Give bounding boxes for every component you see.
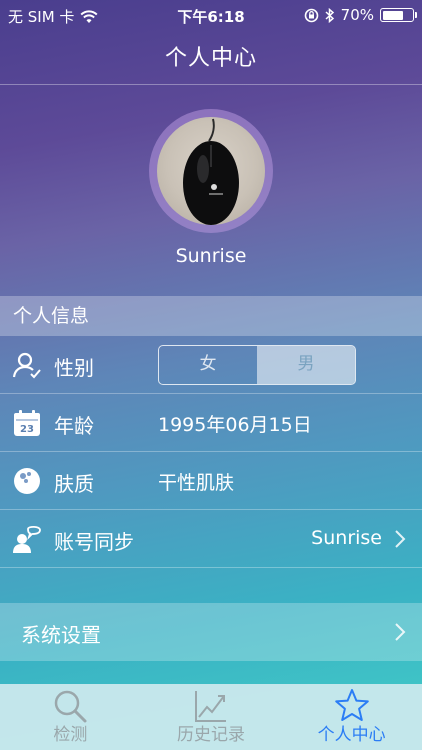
age-label: 年龄: [54, 414, 94, 438]
orientation-lock-icon: [304, 8, 318, 22]
avatar-photo: [183, 118, 239, 225]
skin-label: 肤质: [54, 472, 94, 496]
account-sync-label: 账号同步: [54, 530, 134, 554]
skin-icon: [14, 468, 40, 494]
row-skin-type[interactable]: 肤质 干性肌肤: [0, 452, 422, 510]
battery-icon: [380, 8, 417, 22]
avatar-ring[interactable]: [149, 109, 273, 233]
star-icon: [334, 689, 369, 721]
tab-profile-label: 个人中心: [317, 725, 386, 745]
chevron-right-icon: [395, 623, 406, 641]
chart-icon: [195, 691, 226, 722]
page-title: 个人中心: [164, 46, 257, 71]
age-value: 1995年06月15日: [158, 414, 312, 436]
tab-history-label: 历史记录: [177, 725, 245, 745]
search-icon: [55, 690, 87, 723]
row-age[interactable]: 23 年龄 1995年06月15日: [0, 394, 422, 452]
nav-divider: [0, 84, 422, 85]
battery-percent: 70%: [340, 6, 374, 24]
system-settings-label: 系统设置: [21, 623, 101, 647]
battery-fill: [382, 10, 403, 20]
gender-segmented-control[interactable]: 女 男: [158, 345, 356, 385]
tab-detect-label: 检测: [53, 725, 88, 745]
avatar[interactable]: [157, 117, 265, 225]
username: Sunrise: [175, 245, 247, 267]
tab-history[interactable]: 历史记录: [141, 684, 282, 750]
calendar-icon: 23: [14, 410, 40, 436]
system-settings-button[interactable]: 系统设置: [0, 603, 422, 661]
row-account-sync[interactable]: 账号同步 Sunrise: [0, 510, 422, 568]
section-header-personal-info: 个人信息: [0, 296, 422, 336]
gender-label: 性别: [54, 356, 94, 380]
status-bar: 无 SIM 卡 下午6:18 70%: [0, 0, 422, 30]
chevron-right-icon: [395, 530, 406, 548]
row-gender: 性别 女 男: [0, 336, 422, 394]
gender-option-female[interactable]: 女: [159, 346, 257, 384]
bluetooth-icon: [325, 7, 334, 23]
tab-profile[interactable]: 个人中心: [281, 684, 422, 750]
row-divider: [0, 567, 422, 568]
account-sync-value: Sunrise: [311, 527, 382, 549]
gender-option-male[interactable]: 男: [257, 346, 355, 384]
tab-bar: 检测 历史记录 个人中心: [0, 684, 422, 750]
tab-detect[interactable]: 检测: [0, 684, 141, 750]
skin-value: 干性肌肤: [158, 472, 235, 494]
account-sync-icon: [13, 525, 41, 553]
calendar-day-text: 23: [20, 424, 34, 435]
user-icon: [12, 352, 41, 379]
